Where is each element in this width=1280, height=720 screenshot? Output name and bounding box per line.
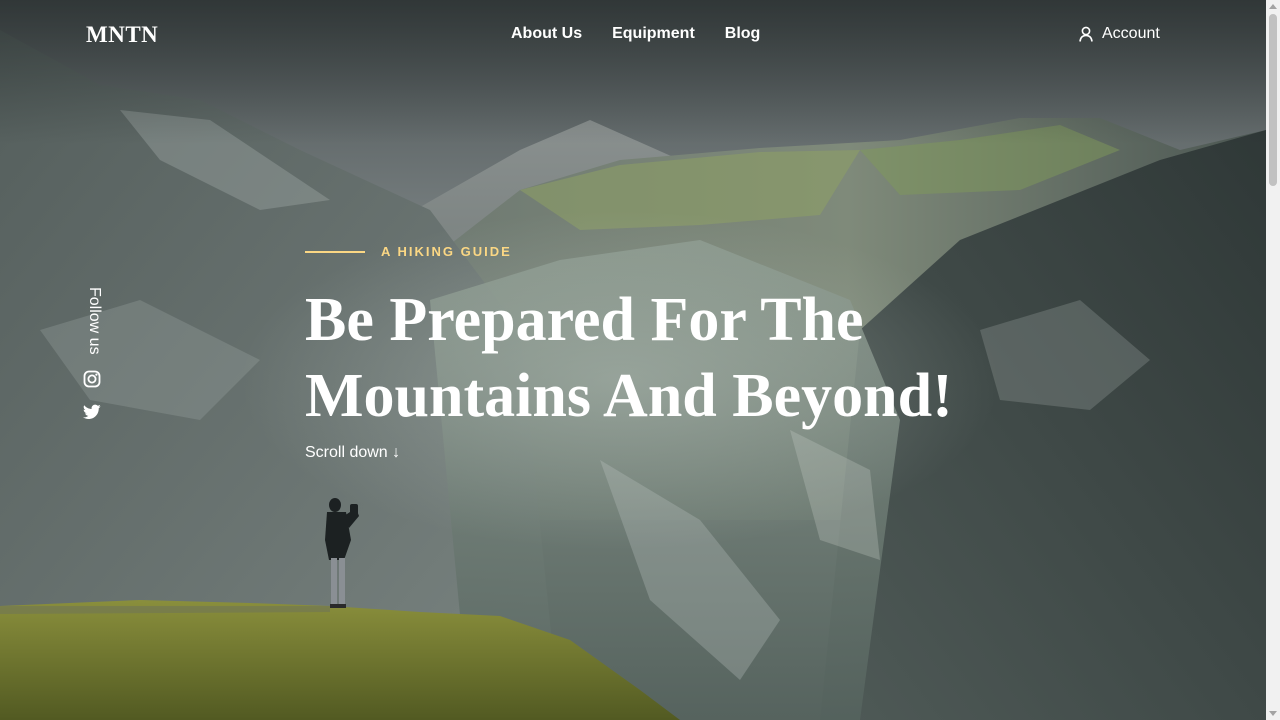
nav-equipment[interactable]: Equipment <box>612 25 695 43</box>
account-label: Account <box>1102 25 1160 42</box>
hero-section: MNTN About Us Equipment Blog Account Fol… <box>0 0 1266 720</box>
headline-line-1: Be Prepared For The <box>305 286 864 354</box>
scrollbar-thumb[interactable] <box>1269 14 1277 186</box>
scroll-up-arrow-icon[interactable] <box>1269 4 1277 9</box>
hero-tagline: A HIKING GUIDE <box>305 244 512 259</box>
nav-blog[interactable]: Blog <box>725 25 761 43</box>
scroll-down-arrow-icon[interactable] <box>1269 711 1277 716</box>
user-icon <box>1079 26 1093 42</box>
nav-about-us[interactable]: About Us <box>511 25 582 43</box>
twitter-icon[interactable] <box>83 404 101 422</box>
site-logo[interactable]: MNTN <box>86 22 158 48</box>
hero-headline: Be Prepared For The Mountains And Beyond… <box>305 282 1025 434</box>
main-nav: About Us Equipment Blog <box>511 25 760 43</box>
tagline-divider <box>305 250 365 253</box>
follow-us-label: Follow us <box>86 287 103 355</box>
account-link[interactable]: Account <box>1079 25 1160 43</box>
page-scrollbar[interactable] <box>1266 0 1280 720</box>
instagram-icon[interactable] <box>83 370 101 388</box>
scroll-down-link[interactable]: Scroll down ↓ <box>305 444 400 462</box>
tagline-text: A HIKING GUIDE <box>381 244 512 259</box>
headline-line-2: Mountains And Beyond! <box>305 362 953 430</box>
